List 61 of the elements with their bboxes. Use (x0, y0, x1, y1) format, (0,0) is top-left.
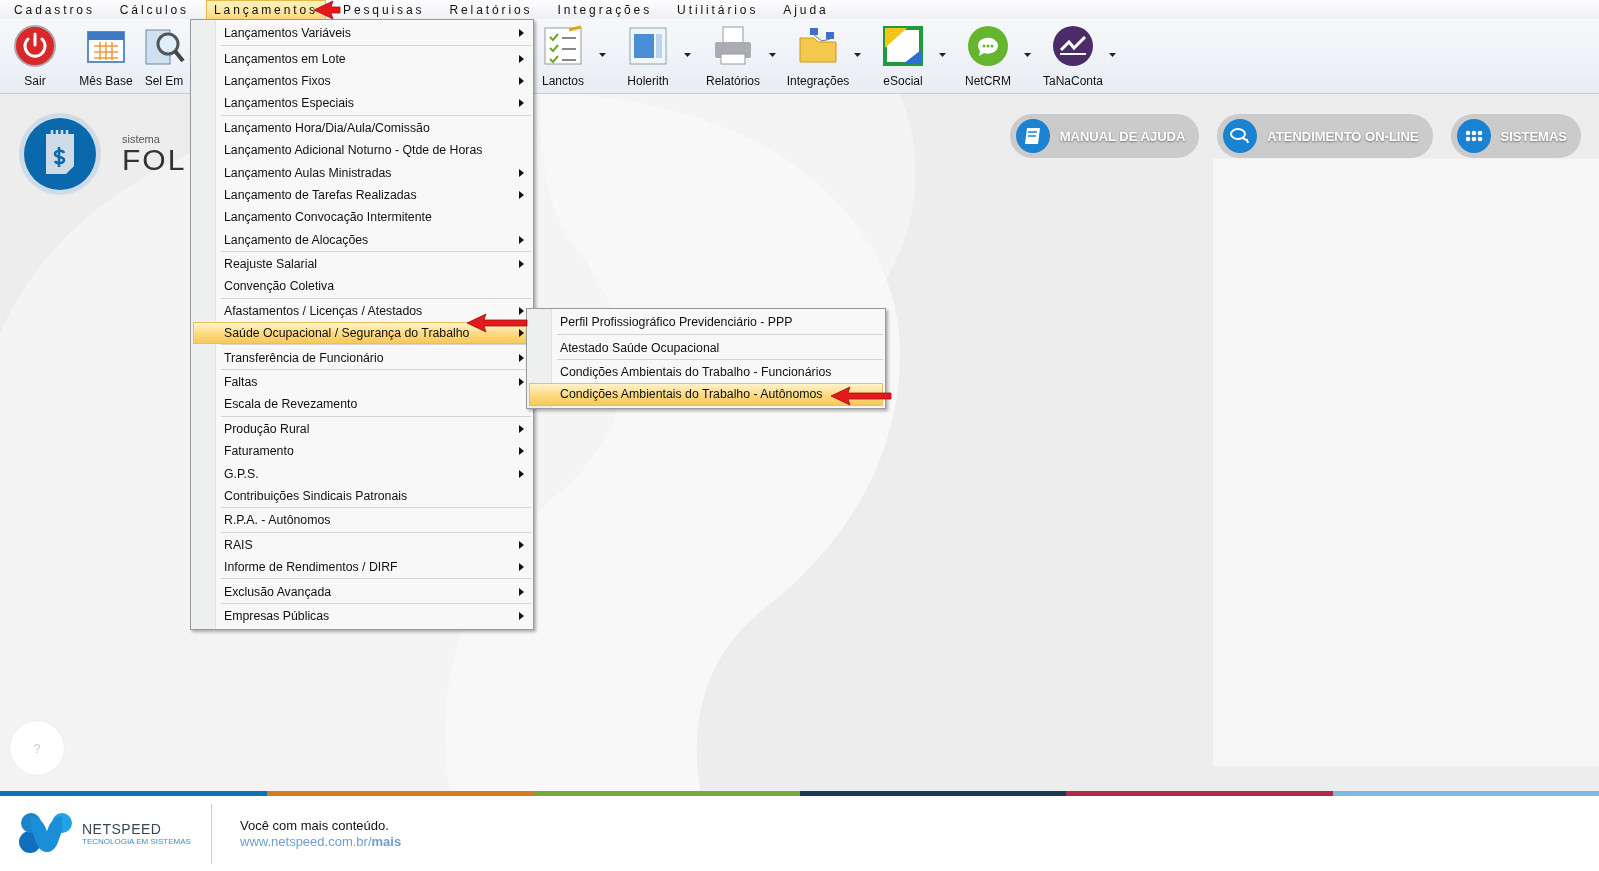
annotation-arrow (830, 386, 892, 406)
menu-title[interactable]: Lançamentos (206, 0, 326, 20)
toolbar-button[interactable]: Mês Base (70, 19, 142, 93)
caret-icon[interactable] (1024, 53, 1031, 57)
annotation-arrow (313, 0, 341, 20)
menu-item[interactable]: Perfil Profissiográfico Previdenciário - PPP (529, 311, 883, 334)
toolbar-button[interactable]: Sair (0, 19, 70, 93)
menu-item[interactable]: Lançamento de Tarefas Realizadas (193, 183, 531, 207)
menu-title[interactable]: Relatórios (441, 0, 541, 20)
caret-icon[interactable] (854, 53, 861, 57)
grid-icon (1456, 119, 1491, 153)
menu-item[interactable]: Reajuste Salarial (193, 252, 531, 276)
menu-item[interactable]: R.P.A. - Autônomos (193, 509, 531, 532)
menu-item[interactable]: Informe de Rendimentos / DIRF (193, 556, 531, 579)
menu-title[interactable]: Integrações (549, 0, 661, 20)
footer-text: Você com mais conteúdo. (240, 818, 390, 833)
menu-item[interactable]: Atestado Saúde Ocupacional (529, 336, 883, 359)
menu-item[interactable]: Empresas Públicas (193, 604, 531, 628)
menu-title[interactable]: Ajuda (775, 0, 837, 20)
menu-item[interactable]: Lançamentos Especiais (193, 92, 531, 115)
menu-title[interactable]: Pesquisas (335, 0, 433, 20)
menu-item[interactable]: Produção Rural (193, 417, 531, 441)
book-icon (1015, 119, 1050, 153)
menu-item[interactable]: RAIS (193, 533, 531, 556)
brand-name: NETSPEED (82, 821, 163, 837)
toolbar-button[interactable]: TaNaConta (1037, 19, 1109, 93)
brand-tagline: TECNOLOGIA EM SISTEMAS (82, 837, 191, 846)
toolbar-button[interactable]: Sel Em (142, 19, 186, 93)
caret-icon[interactable] (684, 53, 691, 57)
menu-item[interactable]: Condições Ambientais do Trabalho - Autônomos (529, 383, 883, 406)
logo-name: FOL (122, 145, 187, 175)
menu-item[interactable]: Exclusão Avançada (193, 580, 531, 603)
menu-item[interactable]: Condições Ambientais do Trabalho - Funcionários (529, 360, 883, 384)
caret-icon[interactable] (1109, 53, 1116, 57)
menu-title[interactable]: Cadastros (6, 0, 103, 20)
menu-item[interactable]: Lançamento de Alocações (193, 228, 531, 251)
menu-item[interactable]: Convenção Coletiva (193, 275, 531, 298)
toolbar-button[interactable]: Relatórios (697, 19, 769, 93)
framed-square-icon (881, 24, 925, 68)
power-icon (13, 24, 57, 68)
document-icon (626, 24, 670, 68)
menu-title[interactable]: Utilitários (669, 0, 767, 20)
toolbar-button[interactable]: Integrações (782, 19, 854, 93)
caret-icon[interactable] (939, 53, 946, 57)
toolbar-button[interactable]: Holerith (612, 19, 684, 93)
checklist-icon (541, 24, 585, 68)
menu-item[interactable]: Lançamento Aulas Ministradas (193, 161, 531, 184)
logo-caption: sistema (122, 133, 161, 145)
menu-item[interactable]: Lançamento Hora/Dia/Aula/Comissão (193, 116, 531, 139)
receipt-logo-icon (18, 112, 102, 196)
toolbar-button[interactable]: eSocial (867, 19, 939, 93)
caret-icon[interactable] (769, 53, 776, 57)
menu-item[interactable]: Faturamento (193, 440, 531, 463)
menu-item[interactable]: Lançamento Convocação Intermitente (193, 206, 531, 229)
menu-item[interactable]: G.P.S. (193, 462, 531, 485)
checkmark-icon (1051, 24, 1095, 68)
caret-icon[interactable] (599, 53, 606, 57)
toolbar-button[interactable]: NetCRM (952, 19, 1024, 93)
menu-item[interactable]: Lançamento Adicional Noturno - Qtde de Horas (193, 138, 531, 162)
menu-item[interactable]: Contribuições Sindicais Patronais (193, 484, 531, 508)
menu-title[interactable]: Cálculos (111, 0, 198, 20)
